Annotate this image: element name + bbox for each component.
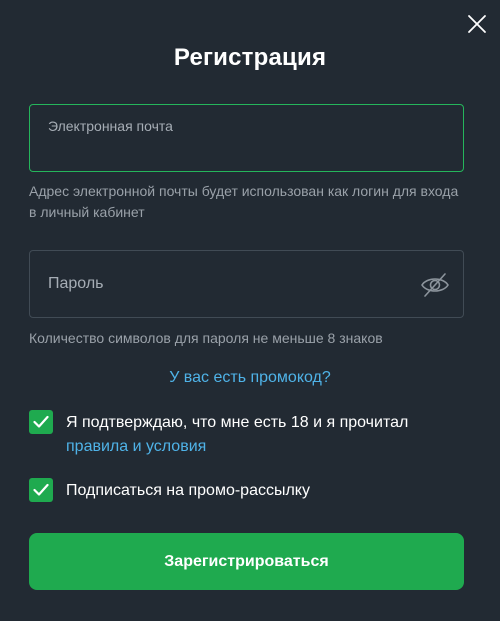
age-confirmation-checkbox[interactable] [29,410,53,434]
terms-link[interactable]: правила и условия [66,438,206,455]
toggle-password-visibility-button[interactable] [420,271,450,299]
registration-modal: Регистрация Электронная почта Адрес элек… [0,0,500,621]
newsletter-checkbox[interactable] [29,478,53,502]
password-input[interactable] [30,251,410,317]
email-label: Электронная почта [48,118,173,134]
age-confirmation-text: Я подтверждаю, что мне есть 18 и я прочи… [66,411,476,459]
checkmark-icon [33,415,49,428]
eye-off-icon [421,273,449,297]
close-icon [468,15,486,33]
promo-code-link[interactable]: У вас есть промокод? [0,369,500,387]
register-button[interactable]: Зарегистрироваться [29,533,464,590]
modal-title: Регистрация [173,44,327,71]
age-confirmation-label: Я подтверждаю, что мне есть 18 и я прочи… [66,414,409,431]
newsletter-label: Подписаться на промо-рассылку [66,482,310,499]
close-button[interactable] [466,13,488,35]
password-hint: Количество символов для пароля не меньше… [29,330,383,346]
email-field[interactable]: Электронная почта [29,104,464,172]
password-field[interactable] [29,250,464,318]
email-hint: Адрес электронной почты будет использова… [29,183,459,220]
email-input[interactable] [46,139,450,165]
checkmark-icon [33,483,49,496]
